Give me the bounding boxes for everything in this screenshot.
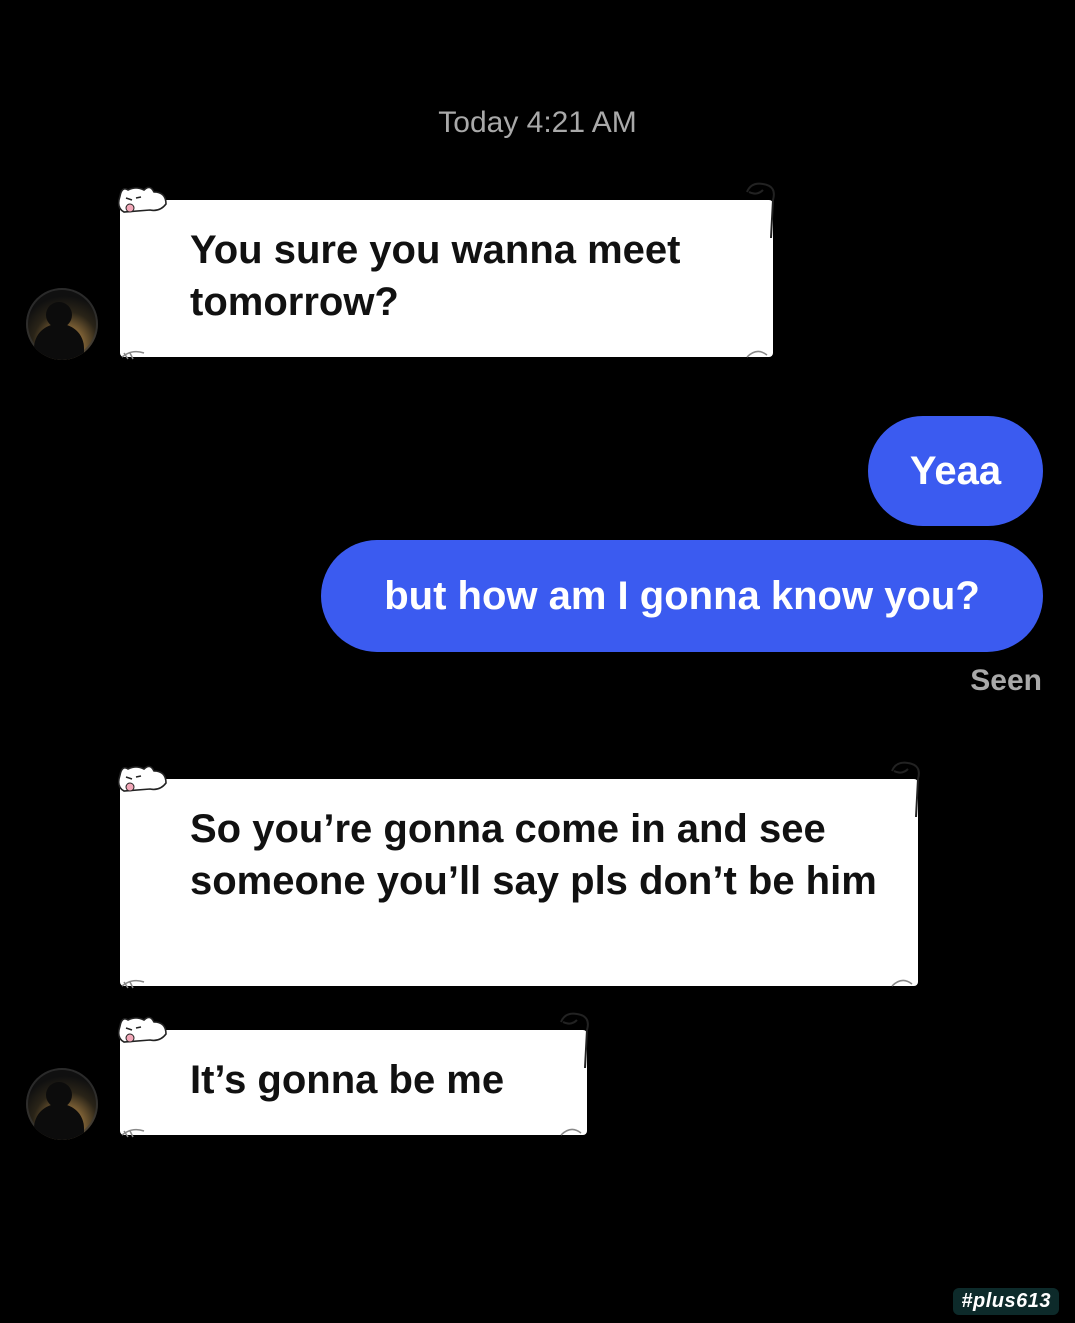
- message-text: It’s gonna be me: [190, 1058, 505, 1102]
- message-text: So you’re gonna come in and see someone …: [190, 807, 877, 903]
- message-text: Yeaa: [909, 448, 1002, 493]
- message-text: You sure you wanna meet tomorrow?: [190, 228, 681, 324]
- cat-doodle-icon: [117, 186, 167, 213]
- scribble-icon: [121, 350, 145, 360]
- conversation-timestamp: Today 4:21 AM: [438, 106, 637, 139]
- scribble-icon: [891, 979, 913, 987]
- message-outgoing[interactable]: but how am I gonna know you?: [321, 540, 1043, 652]
- scribble-icon: [560, 1128, 582, 1136]
- message-incoming[interactable]: You sure you wanna meet tomorrow?: [117, 182, 775, 360]
- curl-doodle-icon: [891, 761, 920, 818]
- scribble-icon: [121, 979, 145, 989]
- cat-doodle-icon: [117, 765, 167, 792]
- watermark-badge: #plus613: [953, 1288, 1059, 1315]
- message-outgoing[interactable]: Yeaa: [868, 416, 1043, 526]
- curl-doodle-icon: [746, 182, 775, 239]
- contact-avatar[interactable]: [26, 1068, 98, 1140]
- message-text: but how am I gonna know you?: [384, 573, 980, 618]
- message-incoming[interactable]: So you’re gonna come in and see someone …: [117, 761, 920, 989]
- read-receipt: Seen: [970, 664, 1042, 697]
- contact-avatar[interactable]: [26, 288, 98, 360]
- scribble-icon: [121, 1128, 145, 1138]
- curl-doodle-icon: [560, 1012, 589, 1069]
- scribble-icon: [746, 350, 768, 358]
- cat-doodle-icon: [117, 1016, 167, 1043]
- message-incoming[interactable]: It’s gonna be me: [117, 1012, 589, 1138]
